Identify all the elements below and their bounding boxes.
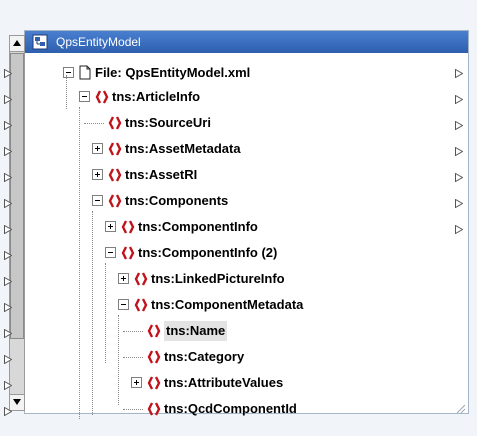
tree-node[interactable]: tns:QcdComponentId: [123, 399, 330, 419]
collapse-toggle[interactable]: [105, 247, 116, 258]
tree-node-label: tns:QcdComponentId: [164, 401, 297, 416]
tree-node[interactable]: tns:AttributeValues: [131, 373, 330, 393]
expand-toggle[interactable]: [118, 273, 129, 284]
collapse-toggle[interactable]: [118, 299, 129, 310]
left-connector-port[interactable]: [4, 277, 12, 286]
expand-toggle[interactable]: [131, 377, 142, 388]
tree-node-label: tns:ComponentMetadata: [151, 297, 304, 312]
tree-connector: [123, 331, 143, 332]
tree-connector: [84, 123, 104, 124]
tree-node-label: tns:AssetMetadata: [125, 141, 241, 156]
element-brackets-icon: [108, 142, 122, 156]
right-connector-port[interactable]: [455, 69, 463, 78]
expand-toggle[interactable]: [92, 169, 103, 180]
tree-connector: [105, 263, 106, 363]
tree-node-label: tns:Category: [164, 349, 245, 364]
tree-node[interactable]: tns:Components: [92, 191, 330, 211]
tree-node[interactable]: tns:LinkedPictureInfo: [118, 269, 330, 289]
collapse-toggle[interactable]: [63, 67, 74, 78]
right-connector-port[interactable]: [455, 147, 463, 156]
tree-node-label: tns:Name: [164, 321, 228, 341]
resize-grip[interactable]: [455, 400, 466, 414]
tree-node[interactable]: tns:ComponentMetadata: [118, 295, 330, 315]
left-connector-port[interactable]: [4, 95, 12, 104]
tree-connector: [66, 75, 67, 109]
tree-node-label: tns:Components: [125, 193, 229, 208]
left-connector-port[interactable]: [4, 381, 12, 390]
tree-node[interactable]: tns:Name: [123, 321, 330, 341]
tree-node[interactable]: tns:AssetMetadata: [92, 139, 330, 159]
right-connector-port[interactable]: [455, 199, 463, 208]
right-connector-port[interactable]: [455, 121, 463, 130]
file-label: File: QpsEntityModel.xml: [95, 65, 251, 80]
element-brackets-icon: [147, 402, 161, 416]
left-connector-port[interactable]: [4, 407, 12, 416]
left-connector-port[interactable]: [4, 251, 12, 260]
tree-node-label: tns:SourceUri: [125, 115, 211, 130]
file-row[interactable]: File: QpsEntityModel.xml: [61, 63, 321, 83]
right-connector-port[interactable]: [455, 173, 463, 182]
element-brackets-icon: [147, 350, 161, 364]
tree-node-label: tns:LinkedPictureInfo: [151, 271, 285, 286]
tree-node[interactable]: tns:AssetRI: [92, 165, 330, 185]
tree-node[interactable]: tns:ComponentInfo (2): [105, 243, 330, 263]
document-icon: [79, 65, 91, 80]
schema-tree: File: QpsEntityModel.xml tns:ArticleInfo…: [0, 0, 477, 436]
element-brackets-icon: [147, 376, 161, 390]
element-brackets-icon: [134, 272, 148, 286]
left-connector-port[interactable]: [4, 199, 12, 208]
right-connector-port[interactable]: [455, 95, 463, 104]
tree-node-label: tns:ComponentInfo: [138, 219, 258, 234]
expand-toggle[interactable]: [105, 221, 116, 232]
left-connector-port[interactable]: [4, 69, 12, 78]
tree-connector: [123, 409, 143, 410]
element-brackets-icon: [147, 324, 161, 338]
tree-node-label: tns:AttributeValues: [164, 375, 284, 390]
element-brackets-icon: [121, 220, 135, 234]
left-connector-port[interactable]: [4, 355, 12, 364]
tree-node[interactable]: tns:Category: [123, 347, 330, 367]
left-connector-port[interactable]: [4, 303, 12, 312]
right-connector-port[interactable]: [455, 225, 463, 234]
tree-connector: [123, 357, 143, 358]
expand-toggle[interactable]: [92, 143, 103, 154]
element-brackets-icon: [108, 194, 122, 208]
element-brackets-icon: [108, 168, 122, 182]
left-connector-port[interactable]: [4, 121, 12, 130]
tree-node-label: tns:AssetRI: [125, 167, 198, 182]
collapse-toggle[interactable]: [92, 195, 103, 206]
element-brackets-icon: [108, 116, 122, 130]
tree-connector: [79, 107, 80, 419]
left-connector-port[interactable]: [4, 329, 12, 338]
element-brackets-icon: [95, 90, 109, 104]
tree-node-label: tns:ComponentInfo (2): [138, 245, 278, 260]
tree-node-label: tns:ArticleInfo: [112, 89, 201, 104]
tree-node[interactable]: tns:SourceUri: [84, 113, 330, 133]
collapse-toggle[interactable]: [79, 91, 90, 102]
element-brackets-icon: [121, 246, 135, 260]
left-connector-port[interactable]: [4, 147, 12, 156]
tree-node[interactable]: tns:ComponentInfo: [105, 217, 330, 237]
tree-connector: [92, 211, 93, 415]
element-brackets-icon: [134, 298, 148, 312]
left-connector-port[interactable]: [4, 225, 12, 234]
tree-connector: [118, 315, 119, 405]
left-connector-port[interactable]: [4, 173, 12, 182]
tree-node[interactable]: tns:ArticleInfo: [79, 87, 330, 107]
